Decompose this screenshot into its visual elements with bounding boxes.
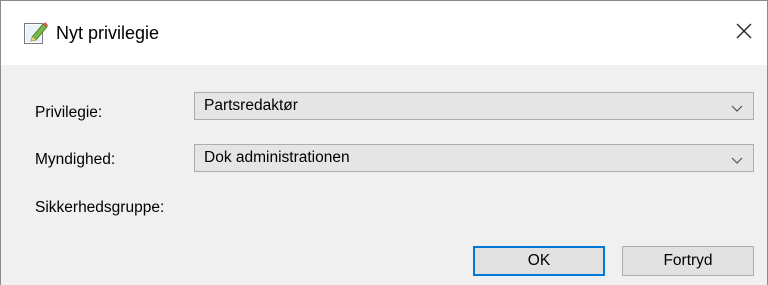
close-button[interactable] [721,1,767,65]
security-group-label: Sikkerhedsgruppe: [35,199,165,216]
privilege-dropdown[interactable]: Partsredaktør [194,92,754,120]
title-bar: Nyt privilegie [1,1,767,65]
dialog-body: Privilegie: Partsredaktør Myndighed: Dok… [1,65,767,285]
authority-value: Dok administrationen [204,149,350,166]
authority-label: Myndighed: [35,151,116,168]
authority-dropdown[interactable]: Dok administrationen [194,144,754,172]
edit-document-icon [23,20,49,46]
chevron-down-icon [731,153,743,164]
cancel-button[interactable]: Fortryd [622,246,754,276]
privilege-value: Partsredaktør [204,97,298,114]
close-icon [735,22,753,45]
ok-button[interactable]: OK [473,246,605,276]
dialog-title: Nyt privilegie [56,23,160,43]
privilege-label: Privilegie: [35,104,103,121]
chevron-down-icon [731,101,743,112]
dialog-window: Nyt privilegie Privilegie: Partsredaktør… [0,0,768,285]
